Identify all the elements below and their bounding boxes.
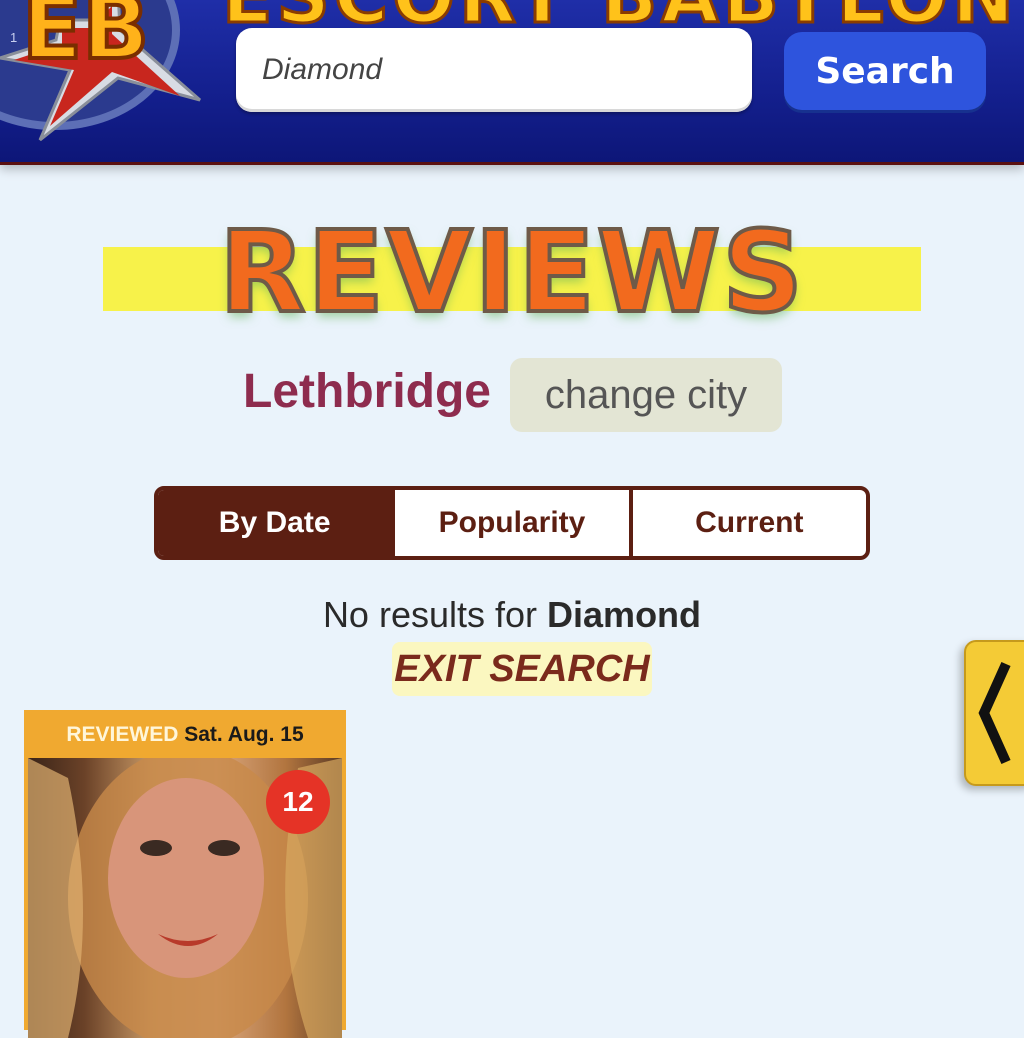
card-header: REVIEWED Sat. Aug. 15: [24, 710, 346, 758]
no-results-term: Diamond: [547, 594, 702, 635]
tab-current[interactable]: Current: [628, 490, 866, 556]
exit-search-link[interactable]: EXIT SEARCH: [392, 642, 652, 696]
logo-text: EB: [22, 0, 149, 79]
tab-by-date[interactable]: By Date: [158, 490, 392, 556]
change-city-button[interactable]: change city: [510, 358, 782, 432]
city-row: Lethbridge change city: [0, 356, 1024, 434]
sort-tabs: By Date Popularity Current: [154, 486, 870, 560]
review-count-badge: 12: [266, 770, 330, 834]
chevron-left-icon: [978, 661, 1011, 765]
no-results-prefix: No results for: [322, 594, 538, 635]
search-button[interactable]: Search: [784, 32, 986, 110]
reviewed-label: REVIEWED: [66, 723, 179, 746]
review-date: Sat. Aug. 15: [184, 723, 304, 746]
page-title: REVIEWS: [217, 206, 805, 340]
city-name: Lethbridge: [243, 365, 491, 418]
side-drawer-toggle[interactable]: [964, 640, 1024, 786]
site-header: 0 10 1 EB ESCORT BABYLON Search: [0, 0, 1024, 165]
no-results-message: No results for Diamond: [0, 594, 1024, 636]
site-logo[interactable]: EB: [0, 0, 230, 162]
review-card[interactable]: REVIEWED Sat. Aug. 15 12: [24, 710, 346, 1038]
search-input[interactable]: [236, 28, 752, 112]
tab-popularity[interactable]: Popularity: [391, 490, 628, 556]
